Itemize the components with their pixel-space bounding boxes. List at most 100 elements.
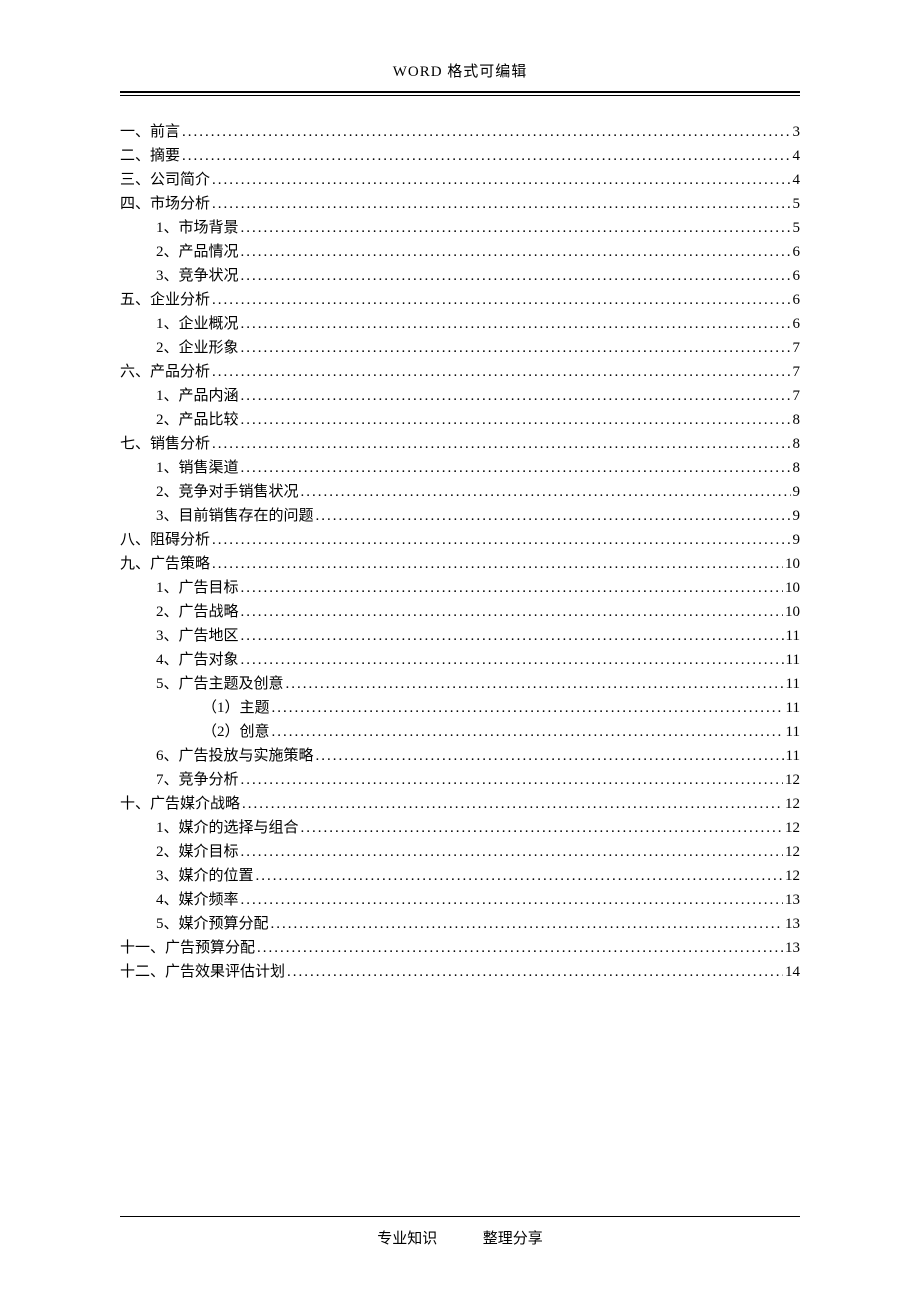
toc-entry[interactable]: 3、广告地区 11 <box>120 624 800 648</box>
toc-entry[interactable]: 7、竞争分析 12 <box>120 768 800 792</box>
toc-entry-page: 9 <box>793 480 801 504</box>
toc-leader-dots <box>212 528 790 552</box>
toc-entry[interactable]: 3、媒介的位置12 <box>120 864 800 888</box>
toc-entry[interactable]: 四、市场分析5 <box>120 192 800 216</box>
toc-entry-label: 2、竞争对手销售状况 <box>156 480 299 504</box>
toc-leader-dots <box>182 144 790 168</box>
toc-entry[interactable]: 五、企业分析 6 <box>120 288 800 312</box>
toc-entry-page: 6 <box>793 312 801 336</box>
toc-entry[interactable]: 六、产品分析7 <box>120 360 800 384</box>
toc-entry-page: 10 <box>785 600 800 624</box>
toc-entry-label: （1）主题 <box>202 696 270 720</box>
toc-entry-page: 7 <box>793 384 801 408</box>
toc-entry-label: 五、企业分析 <box>120 288 210 312</box>
toc-entry-page: 12 <box>785 792 800 816</box>
footer-rule <box>120 1216 800 1217</box>
toc-entry-page: 6 <box>793 288 801 312</box>
toc-entry-page: 4 <box>793 144 801 168</box>
toc-leader-dots <box>241 264 791 288</box>
toc-entry[interactable]: 1、企业概况6 <box>120 312 800 336</box>
toc-entry-label: 7、竞争分析 <box>156 768 239 792</box>
toc-leader-dots <box>212 552 783 576</box>
toc-leader-dots <box>212 432 790 456</box>
header-title: WORD 格式可编辑 <box>393 64 528 80</box>
toc-entry-label: 1、广告目标 <box>156 576 239 600</box>
toc-entry[interactable]: 2、产品比较8 <box>120 408 800 432</box>
toc-entry[interactable]: 1、产品内涵 7 <box>120 384 800 408</box>
toc-entry-label: 二、摘要 <box>120 144 180 168</box>
toc-entry-label: 1、产品内涵 <box>156 384 239 408</box>
toc-leader-dots <box>241 336 791 360</box>
toc-entry[interactable]: 2、媒介目标12 <box>120 840 800 864</box>
toc-entry[interactable]: 1、销售渠道8 <box>120 456 800 480</box>
toc-leader-dots <box>212 288 790 312</box>
toc-leader-dots <box>316 744 784 768</box>
toc-entry[interactable]: 1、市场背景5 <box>120 216 800 240</box>
toc-entry-page: 11 <box>786 624 800 648</box>
toc-entry-page: 11 <box>786 744 800 768</box>
header-rule-thick <box>120 91 800 93</box>
toc-entry[interactable]: （1）主题11 <box>120 696 800 720</box>
toc-entry[interactable]: 十、广告媒介战略 12 <box>120 792 800 816</box>
toc-entry[interactable]: 十一、广告预算分配13 <box>120 936 800 960</box>
toc-entry-page: 4 <box>793 168 801 192</box>
toc-entry-page: 14 <box>785 960 800 984</box>
toc-entry-label: 4、广告对象 <box>156 648 239 672</box>
toc-leader-dots <box>241 648 784 672</box>
toc-entry[interactable]: 1、广告目标 10 <box>120 576 800 600</box>
toc-entry[interactable]: （2）创意11 <box>120 720 800 744</box>
toc-entry-label: 1、销售渠道 <box>156 456 239 480</box>
toc-entry[interactable]: 3、目前销售存在的问题9 <box>120 504 800 528</box>
page-header: WORD 格式可编辑 <box>120 60 800 87</box>
toc-entry[interactable]: 二、摘要 4 <box>120 144 800 168</box>
page-footer: 专业知识 整理分享 <box>0 1216 920 1248</box>
header-rule-thin <box>120 95 800 96</box>
toc-entry[interactable]: 十二、广告效果评估计划14 <box>120 960 800 984</box>
toc-entry-page: 7 <box>793 336 801 360</box>
toc-entry[interactable]: 2、企业形象 7 <box>120 336 800 360</box>
table-of-contents: 一、前言3二、摘要4三、公司简介4四、市场分析51、市场背景52、产品情况63、… <box>120 120 800 984</box>
toc-entry-label: 2、产品比较 <box>156 408 239 432</box>
toc-entry[interactable]: 4、媒介频率13 <box>120 888 800 912</box>
toc-entry[interactable]: 4、广告对象11 <box>120 648 800 672</box>
toc-entry-label: 八、阻碍分析 <box>120 528 210 552</box>
toc-entry[interactable]: 三、公司简介4 <box>120 168 800 192</box>
toc-entry[interactable]: 一、前言3 <box>120 120 800 144</box>
footer-text-right: 整理分享 <box>483 1231 543 1247</box>
toc-entry-page: 13 <box>785 912 800 936</box>
toc-leader-dots <box>241 312 791 336</box>
toc-entry-label: 1、市场背景 <box>156 216 239 240</box>
toc-entry-label: 5、广告主题及创意 <box>156 672 284 696</box>
toc-entry-label: 6、广告投放与实施策略 <box>156 744 314 768</box>
toc-entry-page: 11 <box>786 720 800 744</box>
toc-entry[interactable]: 5、广告主题及创意11 <box>120 672 800 696</box>
toc-entry-label: 2、企业形象 <box>156 336 239 360</box>
toc-entry-label: 2、广告战略 <box>156 600 239 624</box>
toc-entry-label: 十、广告媒介战略 <box>120 792 240 816</box>
toc-leader-dots <box>212 360 790 384</box>
document-page: WORD 格式可编辑 一、前言3二、摘要 4三、公司简介4四、市场分析51、市场背… <box>0 0 920 1302</box>
toc-leader-dots <box>241 408 791 432</box>
toc-leader-dots <box>241 840 783 864</box>
toc-entry-page: 10 <box>785 576 800 600</box>
footer-text-left: 专业知识 <box>377 1231 437 1247</box>
toc-entry[interactable]: 5、媒介预算分配13 <box>120 912 800 936</box>
toc-entry[interactable]: 2、竞争对手销售状况 9 <box>120 480 800 504</box>
toc-entry-label: 2、媒介目标 <box>156 840 239 864</box>
toc-entry[interactable]: 八、阻碍分析9 <box>120 528 800 552</box>
toc-entry[interactable]: 2、产品情况6 <box>120 240 800 264</box>
toc-leader-dots <box>301 816 783 840</box>
toc-leader-dots <box>241 216 791 240</box>
toc-leader-dots <box>212 168 790 192</box>
toc-entry[interactable]: 3、竞争状况6 <box>120 264 800 288</box>
toc-entry[interactable]: 1、媒介的选择与组合12 <box>120 816 800 840</box>
toc-entry-page: 7 <box>793 360 801 384</box>
toc-entry[interactable]: 七、销售分析8 <box>120 432 800 456</box>
toc-entry[interactable]: 6、广告投放与实施策略 11 <box>120 744 800 768</box>
toc-entry[interactable]: 九、广告策略10 <box>120 552 800 576</box>
toc-entry-page: 8 <box>793 432 801 456</box>
toc-entry-label: 3、广告地区 <box>156 624 239 648</box>
toc-leader-dots <box>241 768 783 792</box>
toc-entry[interactable]: 2、广告战略 10 <box>120 600 800 624</box>
toc-entry-page: 12 <box>785 768 800 792</box>
